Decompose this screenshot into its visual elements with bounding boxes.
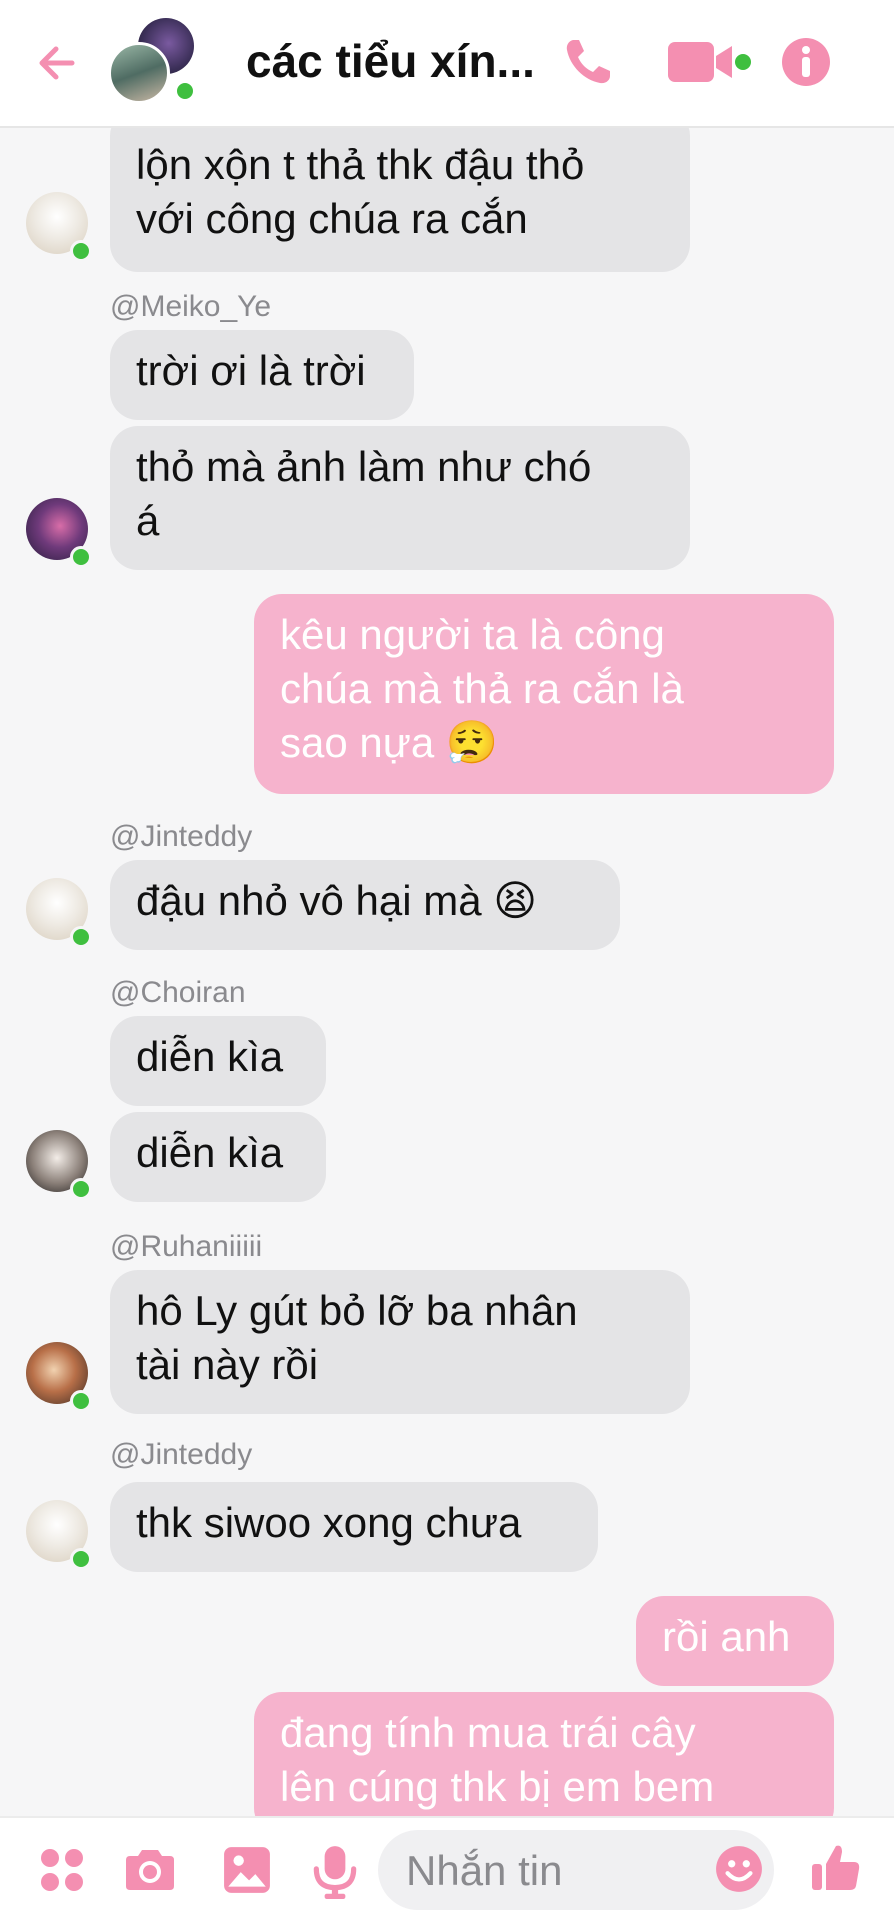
sender-name: @Jinteddy [110,820,253,853]
message-bubble[interactable]: thỏ mà ảnh làm như chó á [110,426,690,570]
message-bubble[interactable]: diễn kìa [110,1016,326,1106]
online-indicator [70,1390,92,1412]
message-input[interactable] [404,1840,708,1902]
message-bubble[interactable]: kêu người ta là công chúa mà thả ra cắn … [254,594,834,794]
message-composer [0,1816,894,1922]
message-input-container[interactable] [378,1830,774,1910]
message-bubble[interactable]: rồi anh [636,1596,834,1686]
conversation-title[interactable]: các tiểu xín... [246,34,535,88]
phone-icon[interactable] [560,34,616,90]
video-icon[interactable] [666,34,752,90]
apps-icon[interactable] [38,1844,86,1896]
sender-name: @Choiran [110,976,246,1009]
emoji-icon[interactable] [714,1844,764,1894]
sender-name: @Ruhaniiiii [110,1230,263,1263]
info-icon[interactable] [780,34,832,90]
sender-name: @Meiko_Ye [110,290,272,323]
group-avatar[interactable] [108,18,198,108]
message-bubble[interactable]: hô Ly gút bỏ lỡ ba nhân tài này rồi [110,1270,690,1414]
online-indicator [70,240,92,262]
microphone-icon[interactable] [312,1844,358,1900]
message-bubble[interactable]: diễn kìa [110,1112,326,1202]
online-indicator [70,1178,92,1200]
message-bubble[interactable]: đậu nhỏ vô hại mà 😫 [110,860,620,950]
sender-name: @Jinteddy [110,1438,253,1471]
message-bubble[interactable]: đang tính mua trái cây lên cúng thk bị e… [254,1692,834,1816]
camera-icon[interactable] [122,1844,178,1896]
message-bubble[interactable]: thk siwoo xong chưa [110,1482,598,1572]
online-indicator [174,80,196,102]
thumbs-up-icon[interactable] [810,1840,862,1896]
online-indicator [70,1548,92,1570]
message-bubble[interactable]: lộn xộn t thả thk đậu thỏ với công chúa … [110,126,690,272]
message-list[interactable]: lộn xộn t thả thk đậu thỏ với công chúa … [0,126,894,1816]
chat-header: các tiểu xín... [0,0,894,128]
message-bubble[interactable]: trời ơi là trời [110,330,414,420]
member-avatar [108,42,170,104]
online-indicator [70,546,92,568]
gallery-icon[interactable] [222,1844,272,1896]
online-indicator [70,926,92,948]
back-arrow-icon[interactable] [34,40,80,86]
